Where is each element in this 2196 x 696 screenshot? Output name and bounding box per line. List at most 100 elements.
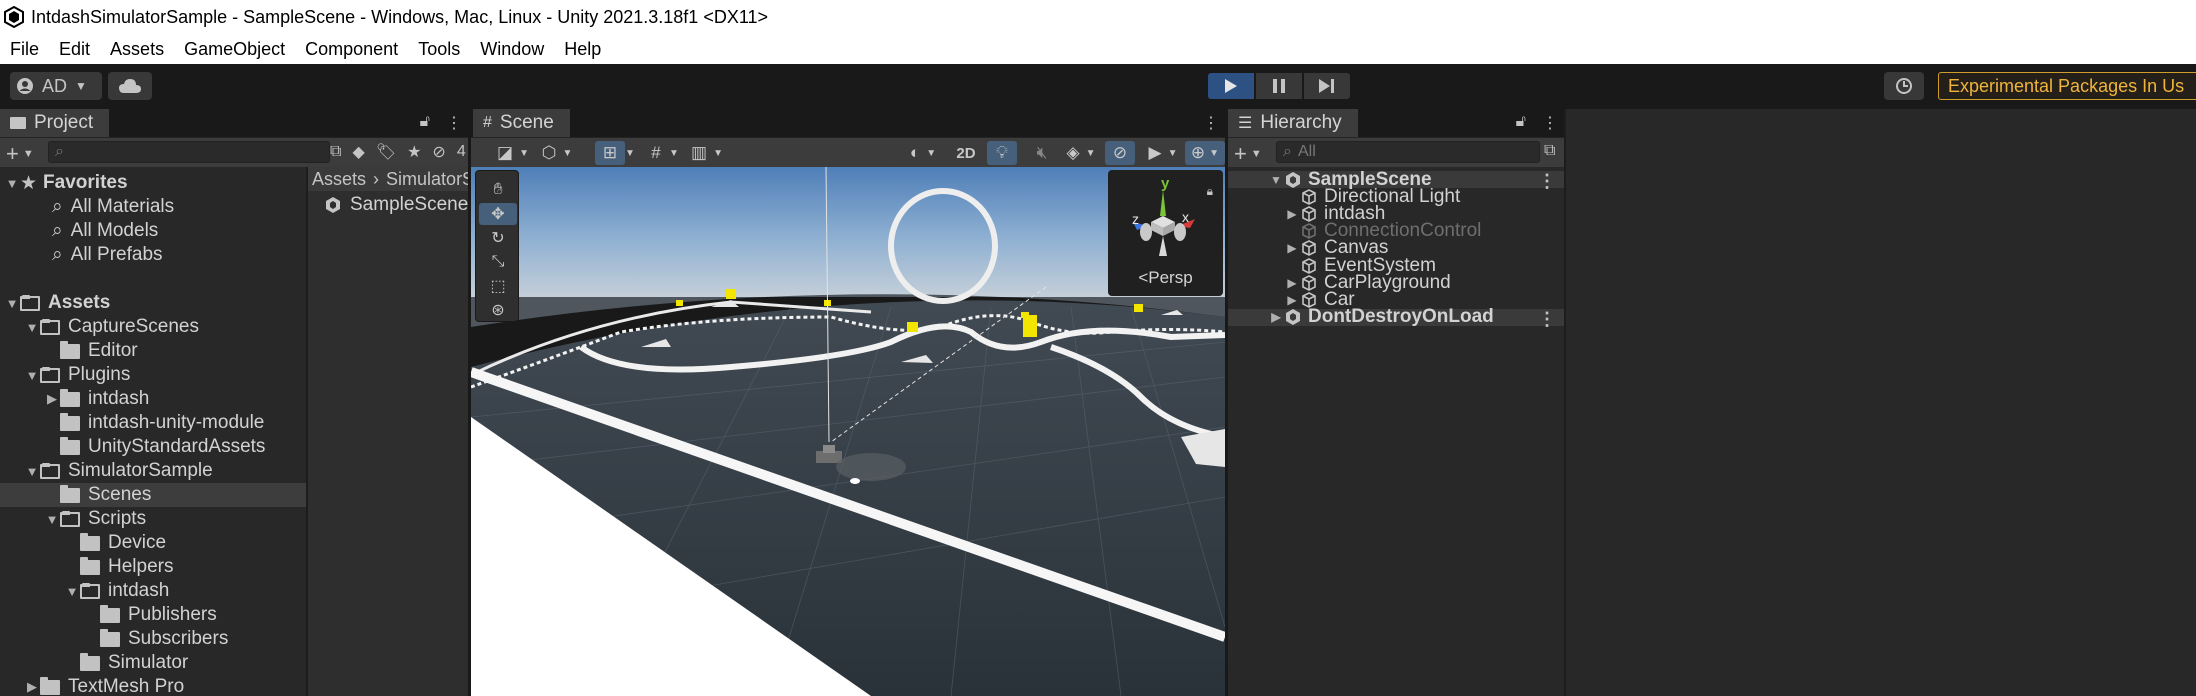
experimental-packages-badge[interactable]: Experimental Packages In Us [1938, 72, 2196, 100]
expanded-arrow-icon[interactable]: ▼ [4, 296, 20, 311]
tab-hierarchy[interactable]: ☰ Hierarchy [1228, 109, 1358, 137]
menu-item-file[interactable]: File [0, 39, 49, 60]
menu-item-component[interactable]: Component [295, 39, 408, 60]
lock-icon[interactable]: 🔓︎ [1516, 113, 1526, 133]
tab-project[interactable]: Project [0, 109, 110, 137]
collapsed-arrow-icon[interactable]: ▶ [1284, 241, 1300, 255]
project-tree-item[interactable]: Publishers [0, 603, 306, 627]
play-button[interactable] [1208, 73, 1254, 99]
project-tree-item[interactable]: ▼ ★ Favorites [0, 171, 306, 195]
hierarchy-object-row[interactable]: Directional Light [1228, 186, 1564, 207]
favorite-star-icon[interactable]: ★ [407, 142, 421, 162]
move-tool[interactable]: ✥ [479, 203, 517, 225]
kebab-menu-icon[interactable]: ⋮ [1203, 113, 1219, 133]
project-tree-item[interactable]: Simulator [0, 651, 306, 675]
project-tree-item[interactable]: ▼ intdash [0, 579, 306, 603]
menu-item-tools[interactable]: Tools [408, 39, 470, 60]
audio-toggle[interactable]: 🔇︎ [1027, 141, 1057, 165]
hierarchy-search-input[interactable]: ⌕ All [1276, 141, 1540, 163]
project-tree-item[interactable]: ▼ SimulatorSample [0, 459, 306, 483]
menu-item-window[interactable]: Window [470, 39, 554, 60]
tab-scene[interactable]: # Scene [473, 109, 570, 137]
project-tree-item[interactable]: Device [0, 531, 306, 555]
collapsed-arrow-icon[interactable]: ▶ [1268, 310, 1284, 324]
project-tree-item[interactable]: ▼ Plugins [0, 363, 306, 387]
project-tree-item[interactable]: Helpers [0, 555, 306, 579]
account-button[interactable]: AD ▼ [10, 72, 102, 100]
shading-mode-dropdown[interactable]: ◐ ▼ [901, 141, 945, 165]
filter-by-type-icon[interactable]: ◆ [352, 142, 364, 162]
create-button[interactable]: + ▼ [6, 141, 34, 167]
expanded-arrow-icon[interactable]: ▼ [64, 584, 80, 599]
menu-item-help[interactable]: Help [554, 39, 611, 60]
kebab-menu-icon[interactable]: ⋮ [1538, 309, 1556, 330]
project-tree-item[interactable]: UnityStandardAssets [0, 435, 306, 459]
kebab-menu-icon[interactable]: ⋮ [446, 113, 462, 133]
project-tree-item[interactable]: ⌕ All Materials [0, 195, 306, 219]
scene-viewport[interactable]: ✋︎ ✥ ↻ ⤡ ⬚ ⊛ 🔒︎ y x z <Persp [471, 167, 1225, 696]
undo-history-button[interactable] [1884, 72, 1924, 100]
2d-toggle-button[interactable]: 2D [949, 141, 983, 165]
project-tree-item[interactable]: ▼ CaptureScenes [0, 315, 306, 339]
breadcrumb-item-simulatorsample[interactable]: SimulatorSample [386, 169, 468, 190]
grid-snap-toggle[interactable]: ⊞ [595, 141, 625, 165]
asset-item-samplescene[interactable]: SampleScene [324, 193, 468, 217]
create-object-button[interactable]: + ▼ [1234, 141, 1262, 167]
projection-toggle[interactable]: <Persp [1108, 268, 1223, 288]
project-tree-item[interactable]: ⌕ All Models [0, 219, 306, 243]
kebab-menu-icon[interactable]: ⋮ [1542, 113, 1558, 133]
project-tree-item-selected[interactable]: Scenes [0, 483, 306, 507]
collapsed-arrow-icon[interactable]: ▶ [24, 679, 40, 695]
project-tree-item[interactable]: ⌕ All Prefabs [0, 243, 306, 267]
render-mode-dropdown[interactable]: ⬡ ▼ [533, 141, 581, 165]
hierarchy-scene-row[interactable]: ▶ DontDestroyOnLoad ⋮ [1228, 306, 1564, 329]
project-tree-item[interactable]: ▼ Assets [0, 291, 306, 315]
project-tree-item[interactable]: Subscribers [0, 627, 306, 651]
hierarchy-object-row[interactable]: ▶ CarPlayground [1228, 272, 1564, 293]
expanded-arrow-icon[interactable]: ▼ [24, 464, 40, 479]
menu-item-gameobject[interactable]: GameObject [174, 39, 295, 60]
label-tag-icon[interactable]: 🏷︎ [376, 142, 396, 162]
menu-item-edit[interactable]: Edit [49, 39, 100, 60]
expanded-arrow-icon[interactable]: ▼ [1268, 173, 1284, 187]
camera-settings-dropdown[interactable]: ▶︎ ▼ [1141, 141, 1185, 165]
scene-visibility-toggle[interactable]: ⊘ [1105, 141, 1135, 165]
breadcrumb-item-assets[interactable]: Assets [312, 169, 366, 190]
hierarchy-object-row[interactable]: ConnectionControl [1228, 220, 1564, 241]
cloud-button[interactable] [108, 72, 152, 100]
project-tree-item[interactable]: intdash-unity-module [0, 411, 306, 435]
rect-tool[interactable]: ⬚ [479, 275, 517, 297]
scale-tool[interactable]: ⤡ [479, 251, 517, 273]
pause-button[interactable] [1256, 73, 1302, 99]
collapsed-arrow-icon[interactable]: ▶ [1284, 276, 1300, 290]
step-button[interactable] [1304, 73, 1350, 99]
draw-mode-dropdown[interactable]: ◪ ▼ [489, 141, 537, 165]
expanded-arrow-icon[interactable]: ▼ [4, 176, 20, 191]
grid-snap-dropdown[interactable]: ▼ [623, 141, 637, 165]
expanded-arrow-icon[interactable]: ▼ [24, 320, 40, 335]
project-tree-item[interactable]: Editor [0, 339, 306, 363]
lighting-toggle[interactable]: 💡︎ [987, 141, 1017, 165]
collapsed-arrow-icon[interactable]: ▶ [1284, 293, 1300, 307]
lock-icon[interactable]: 🔓︎ [420, 113, 430, 133]
search-by-type-icon[interactable]: ⧉ [1544, 142, 1555, 160]
collapsed-arrow-icon[interactable]: ▶ [44, 391, 60, 407]
expanded-arrow-icon[interactable]: ▼ [44, 512, 60, 527]
search-by-type-icon[interactable]: ⧉ [330, 143, 341, 161]
transform-tool[interactable]: ⊛ [479, 299, 517, 321]
collapsed-arrow-icon[interactable]: ▶ [1284, 207, 1300, 221]
orientation-gizmo[interactable]: 🔒︎ y x z <Persp [1108, 170, 1223, 296]
project-search-input[interactable]: ⌕ [48, 141, 330, 163]
expanded-arrow-icon[interactable]: ▼ [24, 368, 40, 383]
lock-icon[interactable]: 🔒︎ [1207, 184, 1213, 199]
gizmos-toggle[interactable]: ⊕ ▼ [1185, 141, 1225, 165]
rotate-tool[interactable]: ↻ [479, 227, 517, 249]
project-tree-item[interactable]: ▼ Scripts [0, 507, 306, 531]
hidden-packages-icon[interactable]: ⊘ [432, 142, 445, 162]
project-tree-item[interactable]: ▶ TextMesh Pro [0, 675, 306, 696]
project-tree-item[interactable]: ▶ intdash [0, 387, 306, 411]
increment-snap-dropdown[interactable]: ▥ ▼ [683, 141, 731, 165]
menu-item-assets[interactable]: Assets [100, 39, 174, 60]
hand-tool[interactable]: ✋︎ [479, 179, 517, 201]
effects-dropdown[interactable]: ◈ ▼ [1059, 141, 1103, 165]
